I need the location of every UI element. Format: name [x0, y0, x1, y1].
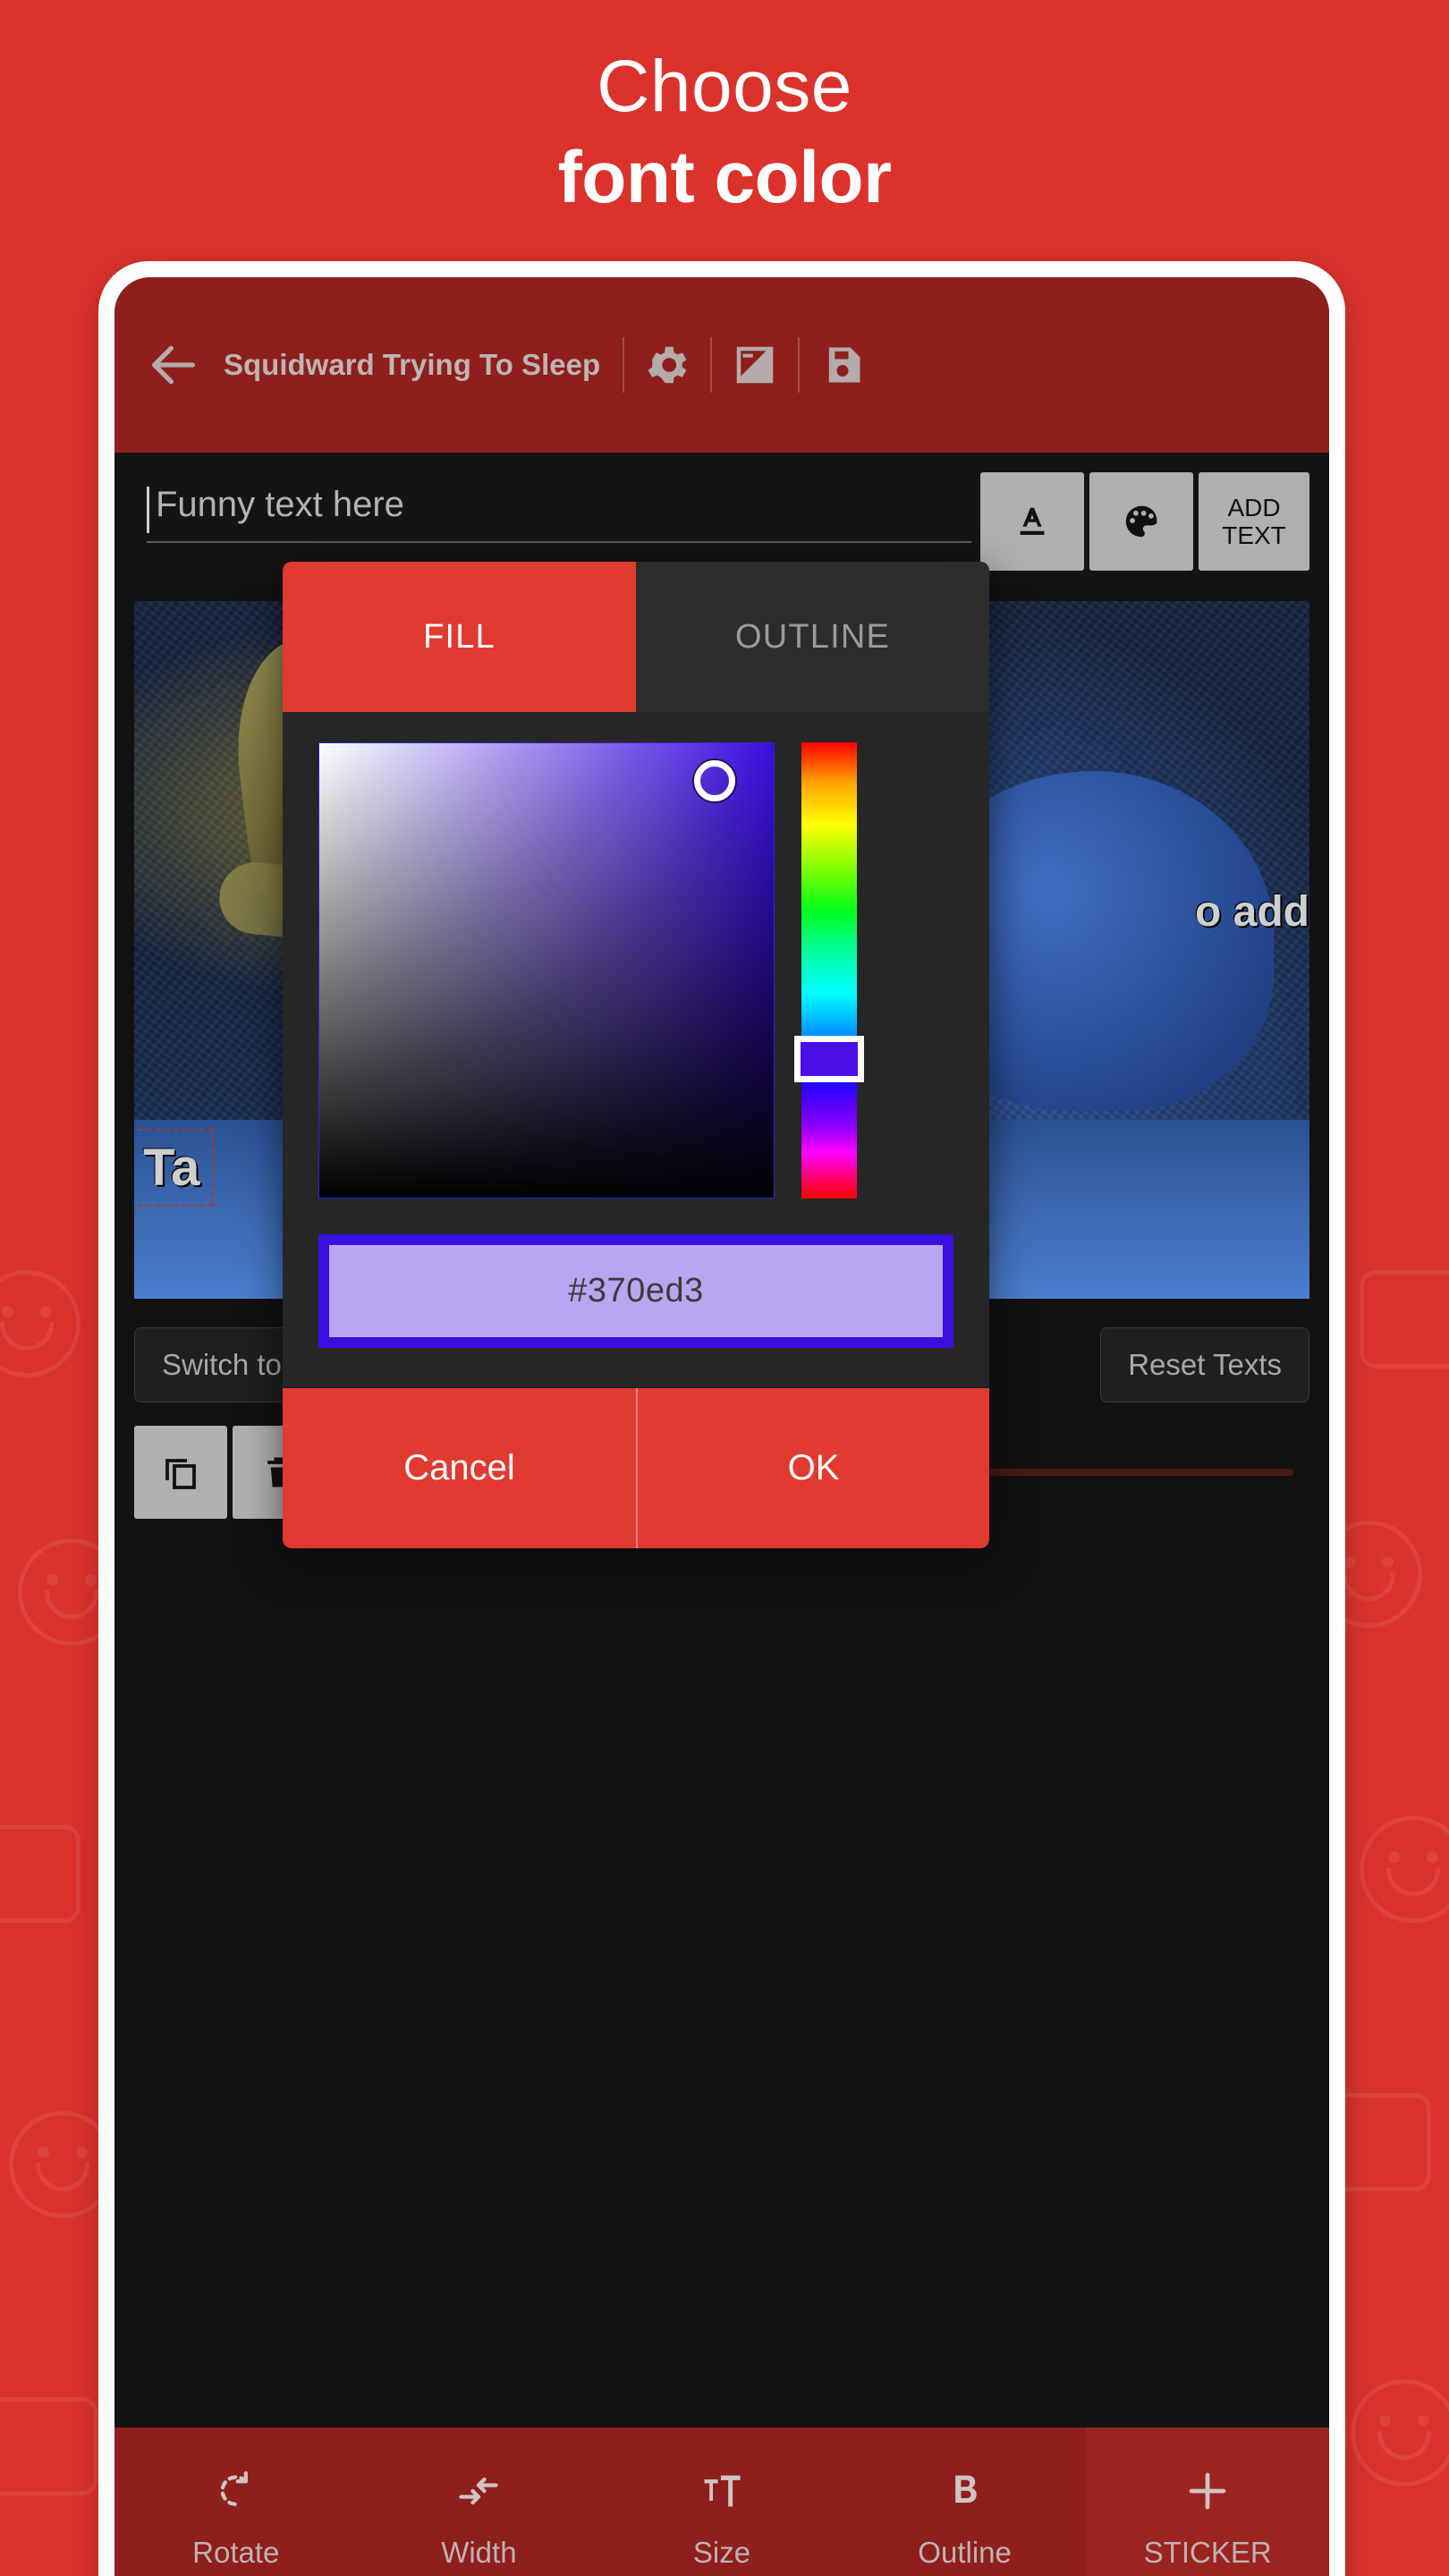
text-field-wrapper: Funny text here	[134, 467, 980, 543]
canvas-text-overlay-top[interactable]: o add	[1195, 887, 1309, 936]
text-tool-buttons: ADD TEXT	[980, 467, 1309, 571]
canvas-text-overlay-selected[interactable]: Ta	[134, 1129, 215, 1207]
save-icon[interactable]	[800, 322, 886, 408]
hue-slider-thumb[interactable]	[794, 1036, 864, 1082]
sv-cursor-handle[interactable]	[694, 760, 735, 801]
nav-label: Width	[441, 2536, 517, 2569]
color-picker-dialog: FILL OUTLINE Cancel OK	[283, 562, 989, 1548]
exposure-icon[interactable]	[712, 322, 798, 408]
hex-field-row	[283, 1199, 989, 1387]
width-icon	[455, 2462, 502, 2520]
app-screen: Squidward Trying To Sleep Funny text her…	[114, 277, 1329, 2576]
bottom-nav: Rotate Width Size Outline STICKER	[114, 2428, 1329, 2576]
bold-b-icon	[942, 2462, 988, 2520]
nav-size[interactable]: Size	[600, 2428, 843, 2576]
dialog-actions: Cancel OK	[283, 1387, 989, 1548]
nav-label: Rotate	[192, 2536, 280, 2569]
page-title: Squidward Trying To Sleep	[224, 348, 601, 382]
app-bar: Squidward Trying To Sleep	[114, 277, 1329, 453]
cancel-button[interactable]: Cancel	[283, 1388, 636, 1548]
size-icon	[699, 2462, 745, 2520]
reset-texts-button[interactable]: Reset Texts	[1100, 1327, 1309, 1402]
promo-line-1: Choose	[597, 46, 852, 127]
tab-fill[interactable]: FILL	[283, 562, 636, 712]
nav-width[interactable]: Width	[358, 2428, 601, 2576]
hex-input[interactable]	[329, 1245, 943, 1337]
tab-outline[interactable]: OUTLINE	[636, 562, 989, 712]
copy-icon[interactable]	[134, 1426, 227, 1519]
rotate-icon	[213, 2462, 259, 2520]
promo-headline: Choose font color	[0, 0, 1449, 220]
nav-rotate[interactable]: Rotate	[114, 2428, 358, 2576]
text-field-placeholder: Funny text here	[156, 485, 404, 524]
nav-label: Size	[692, 2536, 751, 2569]
nav-outline[interactable]: Outline	[843, 2428, 1087, 2576]
add-text-button[interactable]: ADD TEXT	[1199, 472, 1309, 571]
palette-button[interactable]	[1089, 472, 1193, 571]
text-field[interactable]: Funny text here	[147, 485, 971, 543]
font-button[interactable]	[980, 472, 1084, 571]
arrow-left-icon[interactable]	[145, 336, 202, 394]
phone-mockup: Squidward Trying To Sleep Funny text her…	[98, 261, 1345, 2576]
app-bar-tools	[623, 322, 886, 408]
dialog-tabs: FILL OUTLINE	[283, 562, 989, 712]
promo-line-2: font color	[557, 137, 892, 218]
text-caret	[147, 487, 149, 533]
nav-label: STICKER	[1143, 2536, 1272, 2569]
settings-icon[interactable]	[624, 322, 710, 408]
nav-label: Outline	[918, 2536, 1012, 2569]
saturation-value-panel[interactable]	[318, 742, 775, 1199]
hex-field-frame	[318, 1234, 953, 1348]
ok-button[interactable]: OK	[636, 1388, 989, 1548]
picker-body	[283, 712, 989, 1199]
plus-icon	[1183, 2462, 1232, 2520]
nav-sticker[interactable]: STICKER	[1086, 2428, 1329, 2576]
hue-slider[interactable]	[794, 742, 864, 1199]
